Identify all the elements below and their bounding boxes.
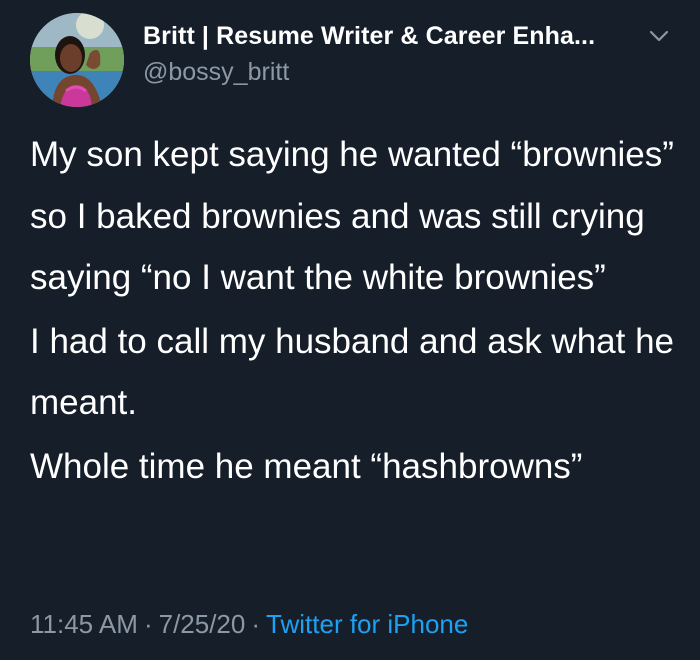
tweet-paragraph: My son kept saying he wanted “brownies” …: [30, 135, 674, 297]
tweet-paragraph: Whole time he meant “hashbrowns”: [30, 446, 583, 486]
tweet-time[interactable]: 11:45 AM: [30, 609, 138, 639]
tweet-metadata: 11:45 AM · 7/25/20 · Twitter for iPhone: [30, 609, 468, 640]
tweet-text: My son kept saying he wanted “brownies” …: [30, 124, 680, 497]
display-name[interactable]: Britt | Resume Writer & Career Enha...: [143, 22, 595, 51]
tweet-card: Britt | Resume Writer & Career Enha... @…: [0, 0, 700, 660]
metadata-separator: ·: [143, 609, 153, 639]
profile-photo-image: [30, 13, 124, 107]
tweet-paragraph: I had to call my husband and ask what he…: [30, 321, 675, 423]
tweet-source-link[interactable]: Twitter for iPhone: [266, 609, 468, 639]
tweet-date[interactable]: 7/25/20: [159, 609, 246, 639]
avatar[interactable]: [30, 13, 124, 107]
metadata-separator: ·: [251, 609, 261, 639]
chevron-down-icon[interactable]: [648, 28, 670, 44]
user-handle[interactable]: @bossy_britt: [143, 58, 289, 87]
